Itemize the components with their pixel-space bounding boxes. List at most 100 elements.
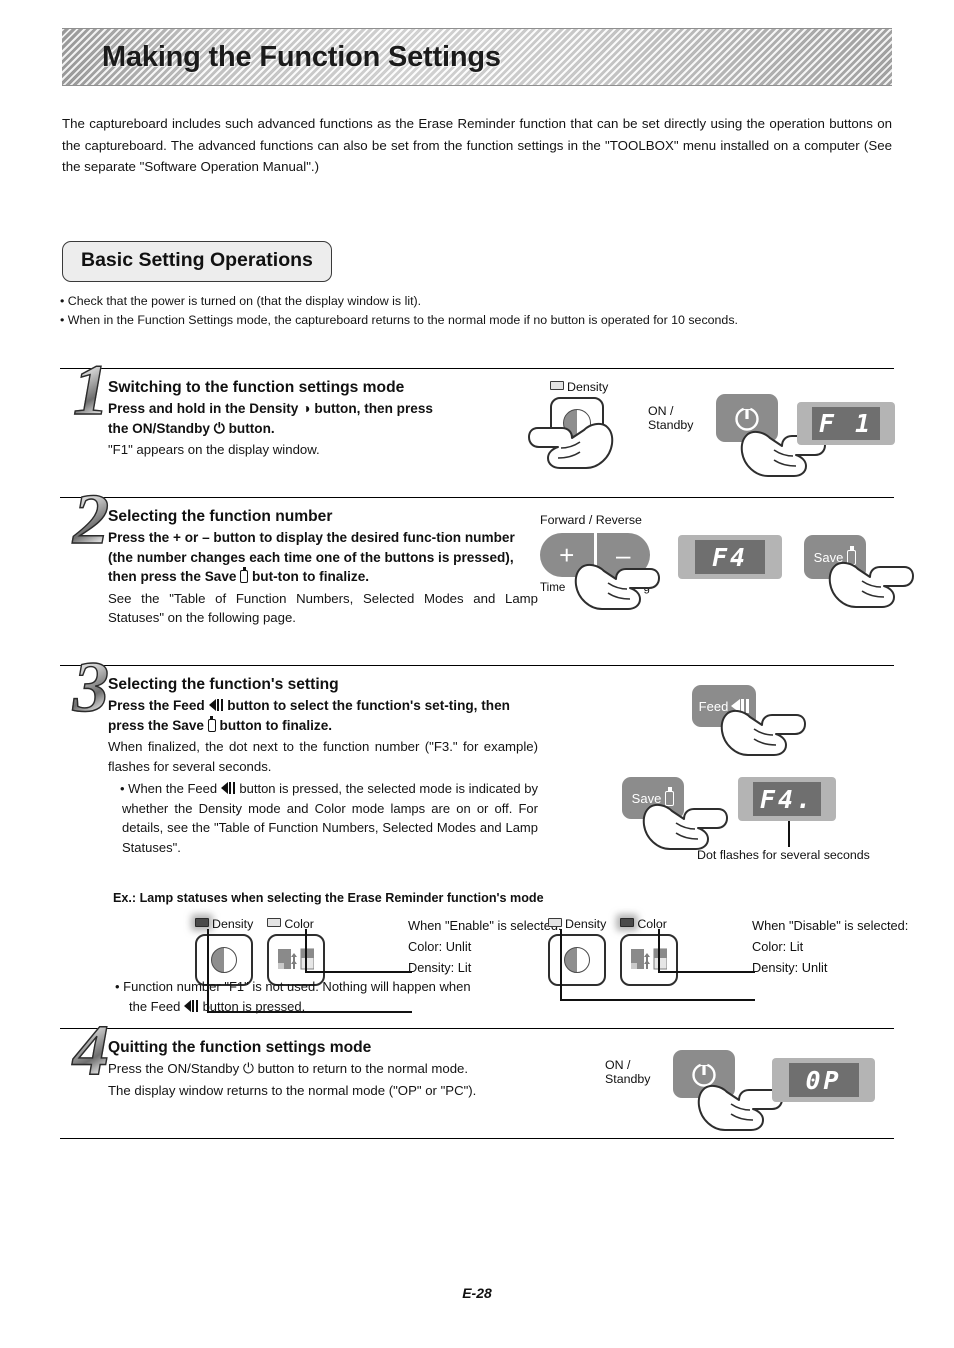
display-value: 0P	[805, 1065, 842, 1095]
save-icon	[240, 567, 249, 583]
time-setting-label: Time g	[540, 581, 650, 594]
example-heading: Ex.: Lamp statuses when selecting the Er…	[113, 891, 544, 905]
display-window: F 1	[797, 402, 895, 445]
color-mode-icon	[278, 948, 314, 970]
step-instruction: Press the ON/Standby ⏻ button to return …	[108, 1059, 603, 1079]
density-lamp-label: Density	[548, 917, 606, 931]
display-value: F4	[711, 542, 749, 572]
power-icon: ⏻	[242, 1060, 254, 1076]
power-icon: ⏻	[213, 419, 225, 436]
step-note: "F1" appears on the display window.	[108, 442, 320, 457]
leader-line	[788, 821, 790, 847]
disable-density-status: Density: Unlit	[752, 960, 828, 975]
instruction-part: button.	[228, 420, 275, 436]
instruction-part: but-ton to finalize.	[252, 569, 370, 584]
color-lamp-icon	[267, 918, 282, 927]
feed-label: Feed	[698, 698, 729, 714]
bullet-item: • When in the Function Settings mode, th…	[60, 313, 738, 327]
display-screen: F4	[695, 540, 765, 574]
onstandby-label: ON / Standby	[648, 404, 694, 432]
leader-line	[305, 971, 412, 973]
save-button[interactable]: Save	[804, 535, 866, 579]
footnote-part: the Feed	[129, 998, 181, 1014]
step3-footnote: • Function number "F1" is not used. Noth…	[115, 977, 610, 1016]
section-bullet-list: • Check that the power is turned on (tha…	[60, 292, 895, 330]
footnote-part: button is pressed.	[202, 998, 306, 1014]
instruction-part: button to return to the normal mode.	[257, 1061, 469, 1076]
display-window: F4	[678, 535, 782, 579]
density-button[interactable]	[550, 397, 604, 449]
step-note: The display window returns to the normal…	[108, 1082, 477, 1098]
instruction-part: button, then press	[314, 401, 433, 416]
color-lamp-icon	[620, 918, 635, 927]
density-lamp-icon	[548, 918, 562, 927]
forward-reverse-label: Forward / Reverse	[540, 513, 642, 527]
save-button[interactable]: Save	[622, 777, 684, 819]
color-lamp-label: Color	[267, 917, 314, 931]
save-label: Save	[631, 790, 662, 806]
step-note: When finalized, the dot next to the func…	[108, 739, 538, 774]
color-mode-button[interactable]	[620, 934, 678, 986]
feed-icon	[183, 999, 199, 1012]
step-3: 3 Selecting the function's setting Press…	[60, 650, 908, 1025]
feed-icon	[220, 782, 236, 794]
plus-button[interactable]: +	[540, 542, 594, 568]
section-heading-basic-setting-operations: Basic Setting Operations	[62, 241, 332, 282]
contrast-icon	[211, 947, 237, 973]
contrast-icon	[563, 409, 591, 437]
step-note: See the "Table of Function Numbers, Sele…	[108, 590, 538, 626]
step-title: Selecting the function number	[108, 508, 333, 525]
intro-paragraph: The captureboard includes such advanced …	[62, 116, 892, 174]
display-screen: F4.	[753, 782, 821, 816]
contrast-icon	[564, 947, 590, 973]
disable-color-status: Color: Lit	[752, 939, 804, 954]
minus-button[interactable]: –	[597, 542, 651, 568]
page-number: E-28	[462, 1285, 492, 1301]
instruction-part: Press and hold in the Density	[108, 401, 299, 416]
instruction-part: Press the ON/Standby	[108, 1061, 240, 1076]
diagram-plusminus: Forward / Reverse + – Time g	[540, 513, 660, 610]
disable-caption: When "Disable" is selected:	[752, 918, 909, 933]
step-subnote: • When the Feed button is pressed, the s…	[108, 779, 538, 857]
density-lamp-icon	[550, 381, 564, 390]
step-instruction: Press the + or – button to display the d…	[108, 528, 538, 587]
plus-minus-button[interactable]: + –	[540, 533, 650, 577]
display-window: F4.	[738, 777, 836, 821]
step-2: 2 Selecting the function number Press th…	[60, 482, 914, 655]
footnote-part: • Function number "F1" is not used. Noth…	[115, 979, 471, 994]
leader-line	[658, 929, 660, 971]
onstandby-button[interactable]	[716, 394, 778, 442]
step-4: 4 Quitting the function settings mode Pr…	[60, 1013, 894, 1138]
display-value: F4.	[759, 784, 815, 814]
leader-line	[658, 971, 755, 973]
lamp-example-disable-captions: When "Disable" is selected: Color: Lit D…	[752, 915, 952, 978]
display-screen: F 1	[812, 407, 880, 440]
power-icon	[692, 1062, 716, 1087]
feed-icon	[208, 699, 224, 711]
diagram-feed-key: Feed	[692, 685, 806, 756]
density-lamp-label: Density	[550, 380, 608, 394]
display-window: 0P	[772, 1058, 875, 1102]
color-mode-icon	[631, 948, 667, 970]
step-instruction: Press the Feed button to select the func…	[108, 696, 538, 735]
save-icon	[665, 786, 675, 806]
density-icon: ◑	[302, 400, 311, 416]
feed-icon	[731, 699, 749, 713]
bullet-item: • Check that the power is turned on (tha…	[60, 294, 422, 308]
diagram-density-key: Density	[528, 380, 614, 469]
step-title: Switching to the function settings mode	[108, 379, 405, 396]
dot-flash-caption: Dot flashes for several seconds	[697, 848, 870, 862]
step-title: Quitting the function settings mode	[108, 1039, 372, 1056]
save-icon	[847, 545, 857, 565]
feed-button[interactable]: Feed	[692, 685, 756, 727]
step-instruction: Press and hold in the Density ◑ button, …	[108, 399, 538, 438]
onstandby-button[interactable]	[673, 1050, 735, 1098]
save-label: Save	[813, 549, 844, 565]
page-header-banner: Making the Function Settings	[62, 28, 892, 86]
divider	[60, 1138, 894, 1139]
step-title: Selecting the function's setting	[108, 676, 339, 693]
lamp-example-enable: Density Color	[195, 917, 412, 1013]
onstandby-label: ON / Standby	[605, 1058, 651, 1086]
density-lamp-label: Density	[195, 917, 253, 931]
power-icon	[735, 406, 759, 431]
